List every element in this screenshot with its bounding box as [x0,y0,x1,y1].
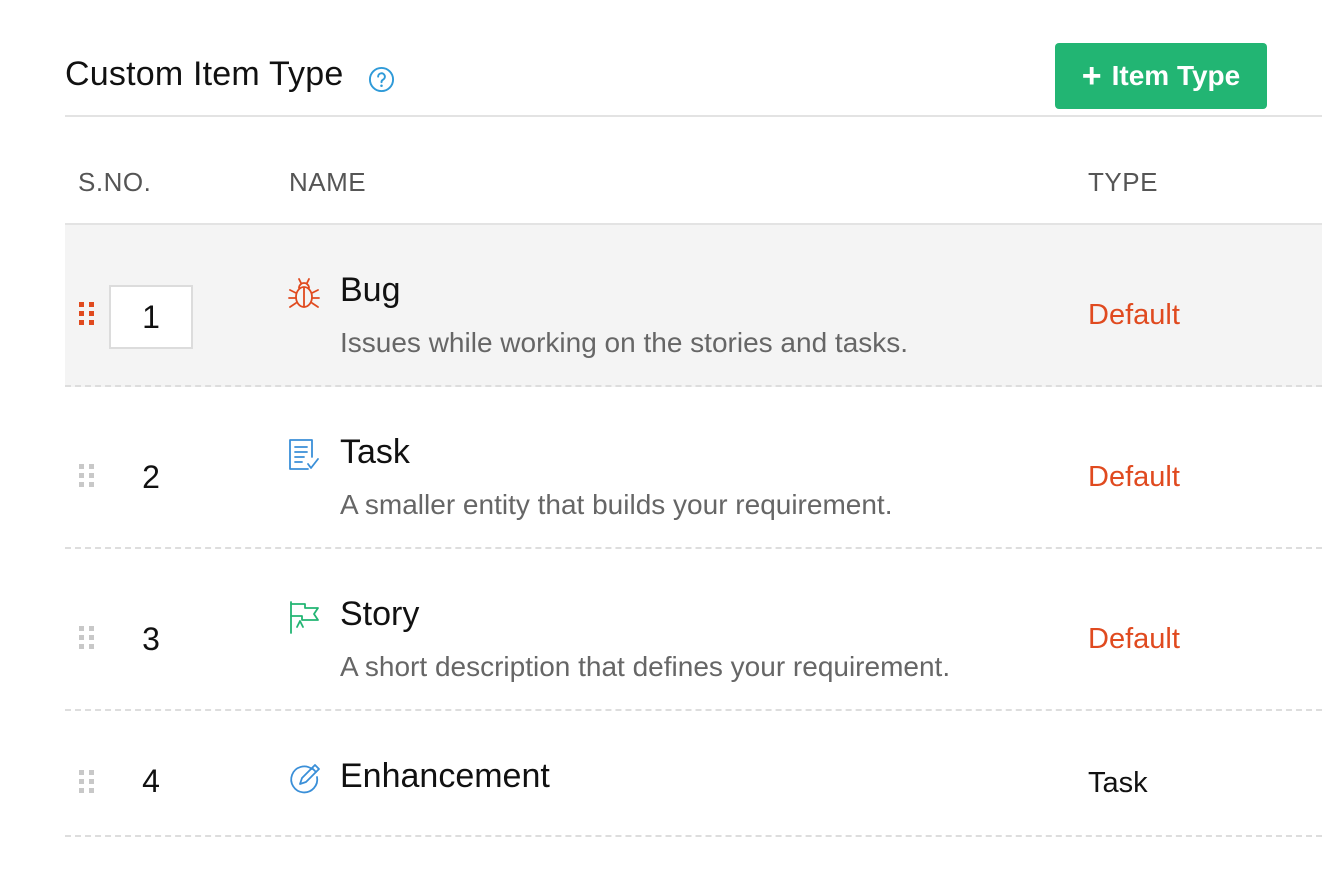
story-flag-icon [290,601,319,634]
add-item-type-button-label: Item Type [1111,60,1241,91]
item-type-label: Task [1088,767,1148,799]
drag-handle-icon[interactable] [78,463,96,489]
item-description: Issues while working on the stories and … [340,327,909,358]
question-circle-icon[interactable] [368,66,395,93]
item-type-label: Default [1088,461,1180,493]
drag-handle-icon[interactable] [78,625,96,651]
column-header-type: TYPE [1088,167,1158,197]
serial-number: 4 [142,762,160,799]
table-row[interactable]: 3 Story A short description that defines… [65,549,1322,711]
item-type-label: Default [1088,623,1180,655]
item-description: A short description that defines your re… [340,651,951,682]
table-row[interactable]: 2 Task A smaller entity that builds your… [65,387,1322,549]
serial-number-input[interactable]: 1 [109,285,193,349]
item-type-label: Default [1088,299,1180,331]
item-name: Bug [340,271,401,309]
task-checklist-icon [289,439,319,470]
bug-icon [288,278,320,308]
serial-number: 2 [142,458,160,495]
plus-icon: + [1081,57,1102,95]
drag-handle-icon[interactable] [78,301,96,327]
item-name: Task [340,433,410,471]
item-name: Enhancement [340,757,550,795]
page-title: Custom Item Type [65,55,344,93]
drag-handle-icon[interactable] [78,769,96,795]
serial-number: 3 [142,620,160,657]
column-header-sno: S.NO. [78,167,152,197]
column-header-name: NAME [289,167,367,197]
table-row[interactable]: 4 Enhancement Task [65,711,1322,837]
item-name: Story [340,595,420,633]
page-header: Custom Item Type + Item Type [65,0,1322,117]
add-item-type-button[interactable]: + Item Type [1055,43,1267,109]
item-description: A smaller entity that builds your requir… [340,489,893,520]
table-row[interactable]: 1 Bug Issues while working on the storie… [65,225,1322,387]
enhancement-pencil-icon [290,764,320,794]
table-header: S.NO. NAME TYPE [65,117,1322,225]
